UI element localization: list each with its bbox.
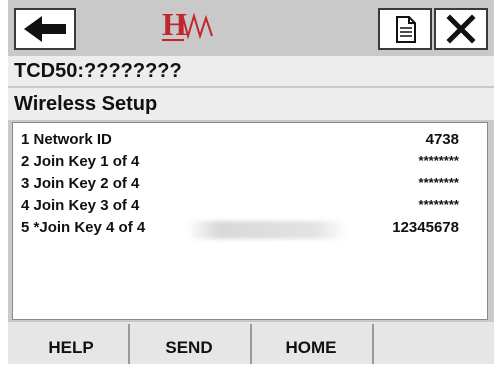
setting-label: 3 Join Key 2 of 4 (21, 175, 140, 192)
setting-value: ******** (418, 197, 459, 212)
document-icon (396, 16, 416, 43)
help-button[interactable]: HELP (16, 324, 126, 364)
softkey-divider (372, 324, 374, 364)
setting-label: 2 Join Key 1 of 4 (21, 153, 140, 170)
setting-label: 1 Network ID (21, 131, 112, 148)
logo-wave-icon (162, 12, 213, 41)
brand-logo: H (160, 6, 240, 46)
document-button[interactable] (378, 8, 432, 50)
setting-label: 5 *Join Key 4 of 4 (21, 219, 146, 236)
close-button[interactable] (434, 8, 488, 50)
selection-highlight (187, 221, 347, 239)
list-item-selected[interactable]: 5 *Join Key 4 of 4 12345678 (19, 219, 473, 239)
list-item[interactable]: 1 Network ID 4738 (19, 131, 473, 151)
setting-value: 12345678 (392, 219, 459, 236)
device-label: TCD50:???????? (8, 56, 494, 86)
setting-label: 4 Join Key 3 of 4 (21, 197, 140, 214)
left-arrow-icon (24, 16, 66, 42)
page-title: Wireless Setup (8, 88, 494, 120)
close-x-icon (446, 14, 476, 44)
setting-value: ******** (418, 153, 459, 168)
list-item[interactable]: 2 Join Key 1 of 4 ******** (19, 153, 473, 173)
settings-list: 1 Network ID 4738 2 Join Key 1 of 4 ****… (12, 122, 488, 320)
setting-value: 4738 (425, 131, 459, 148)
back-button[interactable] (14, 8, 76, 50)
list-item[interactable]: 4 Join Key 3 of 4 ******** (19, 197, 473, 217)
setting-value: ******** (418, 175, 459, 190)
home-button[interactable]: HOME (252, 324, 370, 364)
top-toolbar: H (8, 0, 494, 54)
send-button[interactable]: SEND (130, 324, 248, 364)
list-item[interactable]: 3 Join Key 2 of 4 ******** (19, 175, 473, 195)
